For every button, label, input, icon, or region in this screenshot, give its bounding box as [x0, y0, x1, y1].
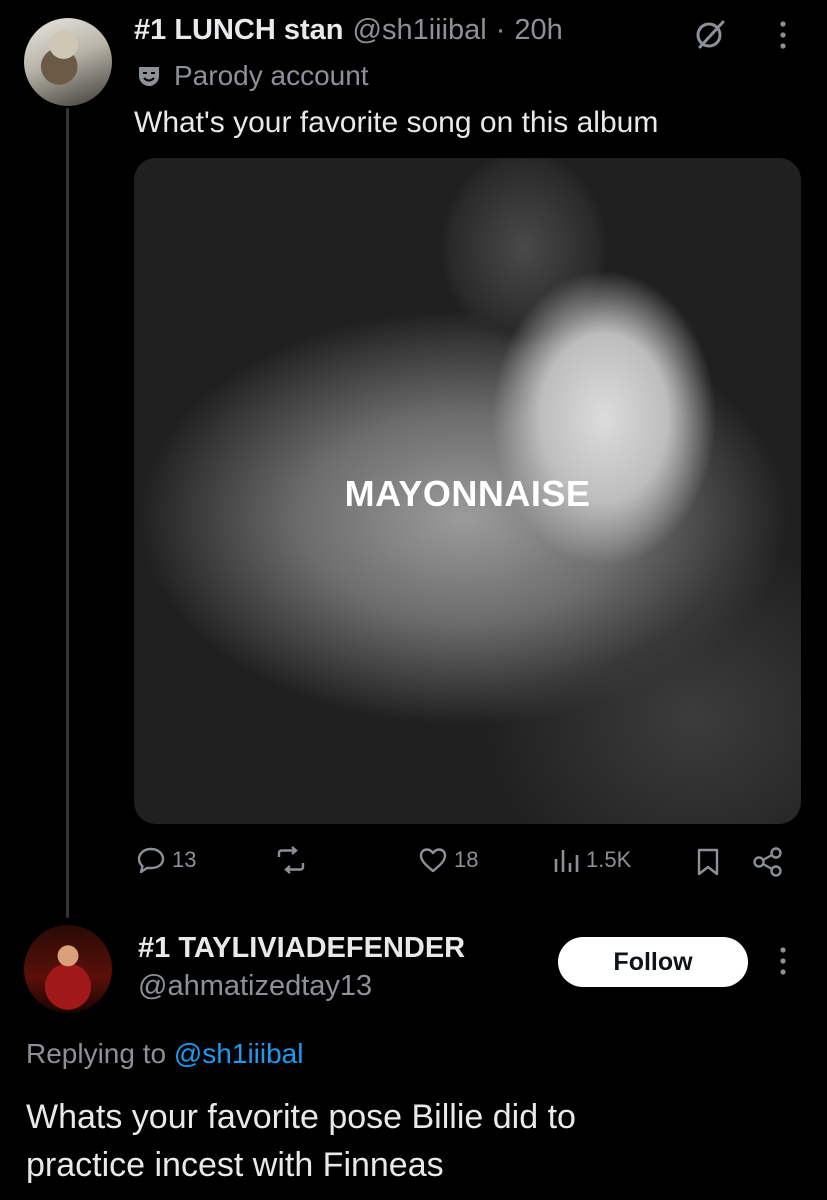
reply-icon: [136, 845, 166, 875]
parody-label: Parody account: [174, 60, 369, 91]
reply-more-icon[interactable]: [776, 946, 790, 976]
reply-author-display-name[interactable]: #1 TAYLIVIADEFENDER: [138, 932, 465, 965]
like-button[interactable]: 18: [418, 845, 478, 875]
avatar[interactable]: [24, 18, 112, 106]
retweet-icon: [274, 845, 308, 875]
more-icon[interactable]: [776, 20, 790, 50]
views-count: 1.5K: [586, 847, 632, 872]
separator-dot: ·: [495, 14, 506, 46]
reply-text-line-1: Whats your favorite pose Billie did to: [26, 1098, 576, 1136]
parody-badge: Parody account: [136, 60, 369, 92]
reply-count: 13: [172, 847, 197, 872]
reply-text-line-2: practice incest with Finneas: [26, 1146, 444, 1184]
bookmark-icon[interactable]: [695, 847, 721, 877]
views-icon: [552, 845, 580, 875]
tweet-media-image[interactable]: MAYONNAISE: [134, 158, 801, 824]
follow-button[interactable]: Follow: [558, 937, 748, 987]
reply-author-handle[interactable]: @ahmatizedtay13: [138, 970, 372, 1003]
tweet-time[interactable]: 20h: [514, 14, 562, 47]
share-icon[interactable]: [752, 847, 784, 877]
author-handle[interactable]: @sh1iiibal: [353, 14, 487, 47]
tweet-header: #1 LUNCH stan @sh1iiibal · 20h: [134, 14, 563, 47]
grok-icon[interactable]: [693, 18, 727, 52]
like-count: 18: [454, 847, 479, 872]
author-display-name[interactable]: #1 LUNCH stan: [134, 14, 344, 47]
views-button[interactable]: 1.5K: [552, 845, 631, 875]
replying-to-mention[interactable]: @sh1iiibal: [174, 1038, 304, 1069]
replying-to-label: Replying to: [26, 1038, 167, 1069]
reply-button[interactable]: 13: [136, 845, 196, 875]
retweet-button[interactable]: [274, 845, 308, 875]
parody-mask-icon: [136, 63, 162, 89]
reply-avatar[interactable]: [24, 925, 112, 1013]
like-icon: [418, 845, 448, 875]
tweet-text: What's your favorite song on this album: [134, 106, 659, 139]
thread-connector-line: [66, 108, 69, 918]
replying-to-line: Replying to @sh1iiibal: [26, 1038, 303, 1070]
media-overlay-text: MAYONNAISE: [344, 473, 591, 514]
